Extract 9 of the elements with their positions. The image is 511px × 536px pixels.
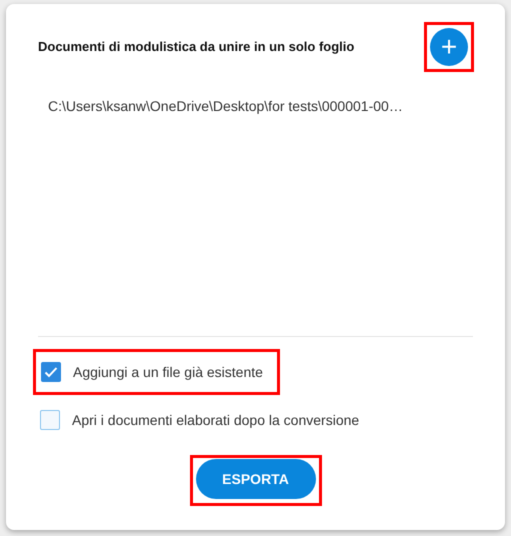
add-button[interactable]: + (430, 28, 468, 66)
checkmark-icon (44, 366, 58, 378)
file-path: C:\Users\ksanw\OneDrive\Desktop\for tests\000001-00… (48, 97, 404, 116)
checkbox-label: Aggiungi a un file già esistente (73, 362, 263, 382)
checkbox-label: Apri i documenti elaborati dopo la conversione (72, 410, 360, 430)
checkbox[interactable] (41, 362, 61, 382)
checkbox[interactable] (40, 410, 60, 430)
export-button[interactable]: ESPORTA (196, 459, 316, 499)
dialog-title: Documenti di modulistica da unire in un solo foglio (38, 38, 354, 56)
